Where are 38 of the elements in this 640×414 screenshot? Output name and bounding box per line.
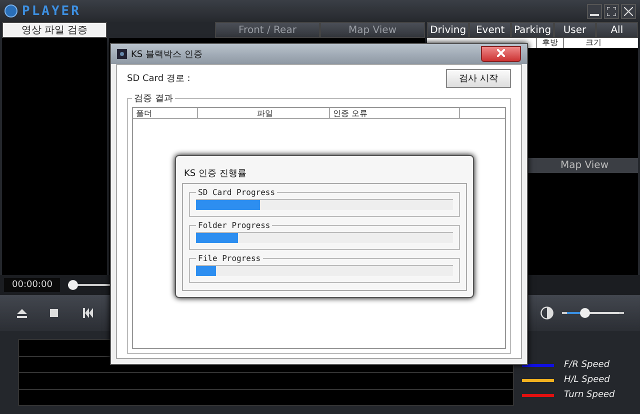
eject-icon[interactable] — [16, 307, 28, 319]
minimize-button[interactable] — [587, 4, 602, 18]
tab[interactable]: Map View — [320, 22, 425, 38]
dialog-title: KS 인증 진행률 — [184, 169, 246, 179]
close-button[interactable] — [621, 4, 636, 18]
app-icon — [117, 49, 127, 59]
progress-label: File Progress — [197, 254, 262, 263]
contrast-icon[interactable] — [540, 306, 554, 320]
stop-icon[interactable] — [48, 307, 60, 319]
minimize-icon — [590, 14, 599, 16]
tab[interactable]: 영상 파일 검증 — [2, 22, 107, 38]
path-label: SD Card 경로 : — [127, 73, 190, 85]
logo-icon — [4, 4, 18, 18]
legend-label: H/L Speed — [564, 375, 610, 385]
tab[interactable]: All — [596, 22, 638, 38]
time-display: 00:00:00 — [4, 278, 60, 292]
tab[interactable]: Driving — [427, 22, 470, 38]
column-header[interactable]: 폴더 — [133, 108, 198, 118]
close-icon — [497, 48, 505, 56]
tab[interactable]: Event — [469, 22, 512, 38]
tab[interactable]: User — [554, 22, 596, 38]
close-icon — [624, 6, 633, 16]
maximize-icon — [607, 6, 616, 16]
legend-label: Turn Speed — [564, 390, 615, 400]
close-button[interactable] — [481, 46, 521, 62]
progress-label: Folder Progress — [197, 221, 272, 230]
start-button[interactable]: 검사 시작 — [446, 69, 511, 88]
column-header[interactable]: 파일 — [198, 108, 330, 118]
legend-label: F/R Speed — [564, 360, 610, 370]
progress-label: SD Card Progress — [197, 188, 276, 197]
group-title: 검증 결과 — [133, 93, 174, 105]
dialog-title: KS 블랙박스 인증 — [131, 48, 202, 60]
previous-icon[interactable] — [80, 307, 96, 319]
maximize-button[interactable] — [604, 4, 619, 18]
tab[interactable]: Front / Rear — [215, 22, 320, 38]
tab[interactable]: Parking — [511, 22, 554, 38]
column-header[interactable]: 인증 오류 — [330, 108, 460, 118]
app-logo: PLAYER — [22, 4, 81, 18]
